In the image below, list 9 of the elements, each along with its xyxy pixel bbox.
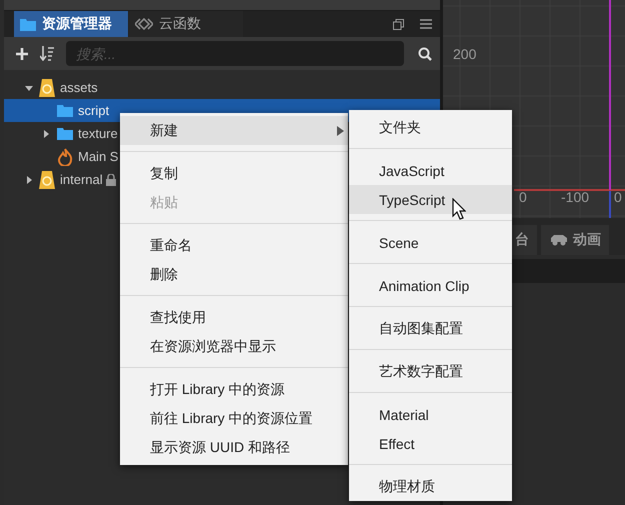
tree-item-label: internal bbox=[60, 172, 103, 187]
axis-label: -100 bbox=[561, 189, 590, 205]
tree-item-label: texture bbox=[78, 126, 118, 141]
axis-label: 200 bbox=[453, 46, 476, 62]
tree-item-label: assets bbox=[60, 80, 98, 95]
tree-item-label: script bbox=[78, 103, 110, 118]
axis-label: 0 bbox=[519, 189, 527, 205]
axis-label: 0 bbox=[614, 189, 622, 205]
tree-item-label: Main S bbox=[78, 149, 118, 164]
